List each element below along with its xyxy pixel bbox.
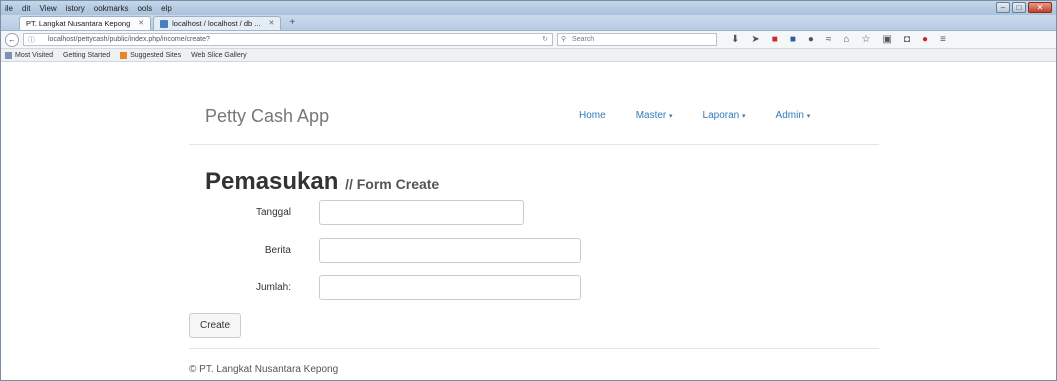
back-button[interactable]: ←	[5, 32, 19, 47]
tab-title: PT. Langkat Nusantara Kepong	[26, 19, 131, 28]
nav-links: Home Master ▾ Laporan ▾ Admin ▾	[579, 110, 810, 121]
page-subtitle: // Form Create	[345, 176, 440, 192]
form-row-tanggal: Tanggal	[189, 200, 524, 225]
footer-text: © PT. Langkat Nusantara Kepong	[189, 364, 339, 375]
menu-help[interactable]: elp	[161, 4, 172, 13]
page-content: Petty Cash App Home Master ▾ Laporan ▾ A…	[1, 63, 1056, 380]
caret-down-icon: ▾	[669, 113, 673, 120]
reload-icon[interactable]: ↻	[542, 34, 548, 45]
nav-label: Admin	[775, 110, 804, 121]
shield-icon[interactable]: ◘	[904, 34, 910, 45]
menu-bar: ile dit View istory ookmarks ools elp – …	[1, 1, 1056, 15]
nav-home[interactable]: Home	[579, 110, 606, 121]
brand-link[interactable]: Petty Cash App	[205, 106, 329, 127]
tab-strip: PT. Langkat Nusantara Kepong ✕ localhost…	[1, 15, 1056, 31]
favicon-icon	[160, 19, 169, 28]
tab-petty-cash[interactable]: PT. Langkat Nusantara Kepong ✕	[19, 16, 152, 30]
maximize-button[interactable]: □	[1012, 2, 1026, 13]
form-row-berita: Berita	[189, 238, 581, 263]
home-icon[interactable]: ⌂	[843, 34, 849, 45]
search-icon: ⚲	[561, 36, 567, 43]
menu-tools[interactable]: ools	[137, 4, 152, 13]
bookmark-suggested-sites[interactable]: Suggested Sites	[120, 51, 182, 59]
menu-view[interactable]: View	[39, 4, 56, 13]
download-icon[interactable]: ⬇	[731, 34, 739, 45]
menu-edit[interactable]: dit	[22, 4, 30, 13]
menu-history[interactable]: istory	[66, 4, 85, 13]
bookmark-getting-started[interactable]: Getting Started	[63, 52, 110, 59]
menu-file[interactable]: ile	[5, 4, 13, 13]
tab-phpmyadmin[interactable]: localhost / localhost / db ... ✕	[153, 16, 282, 30]
nav-master[interactable]: Master ▾	[636, 110, 673, 121]
site-navbar: Petty Cash App Home Master ▾ Laporan ▾ A…	[189, 63, 879, 145]
hamburger-menu-icon[interactable]: ≡	[940, 34, 946, 45]
url-text: localhost/pettycash/public/index.php/inc…	[48, 36, 210, 43]
footer-divider	[189, 348, 879, 349]
bookmarks-bar: Most Visited Getting Started Suggested S…	[1, 49, 1056, 62]
chat-icon[interactable]: ●	[808, 34, 814, 45]
berita-input[interactable]	[319, 238, 581, 263]
tab-close-icon[interactable]: ✕	[269, 17, 275, 30]
bookmarks-menu-icon[interactable]: ▣	[882, 34, 891, 45]
browser-search-input[interactable]: ⚲ Search	[557, 33, 717, 46]
bookmark-star-icon[interactable]: ☆	[861, 34, 870, 45]
tab-close-icon[interactable]: ✕	[138, 17, 144, 30]
sync-icon[interactable]: ≈	[826, 34, 832, 45]
page-title-text: Pemasukan	[205, 168, 339, 195]
tab-title: localhost / localhost / db ...	[172, 19, 261, 28]
caret-down-icon: ▾	[742, 113, 746, 120]
caret-down-icon: ▾	[806, 113, 811, 120]
url-bar[interactable]: ⓘ localhost/pettycash/public/index.php/i…	[23, 33, 553, 46]
bookmark-label: Suggested Sites	[130, 51, 182, 59]
send-icon[interactable]: ➤	[751, 34, 759, 45]
bookmark-label: Web Slice Gallery	[191, 51, 247, 59]
create-button[interactable]: Create	[189, 313, 241, 338]
site-info-icon[interactable]: ⓘ	[28, 35, 35, 46]
search-placeholder: Search	[572, 36, 595, 43]
suggested-sites-icon	[120, 51, 128, 59]
tanggal-label: Tanggal	[255, 207, 291, 218]
jumlah-label: Jumlah:	[255, 282, 291, 293]
browser-nav-bar: ← ⓘ localhost/pettycash/public/index.php…	[1, 31, 1056, 49]
form-row-jumlah: Jumlah:	[189, 275, 581, 300]
toolbar-icons: ⬇ ➤ ■ ■ ● ≈ ⌂ ☆ ▣ ◘ ● ≡	[731, 34, 946, 45]
nav-label: Master	[635, 110, 667, 121]
bookmark-most-visited[interactable]: Most Visited	[5, 51, 53, 59]
extension-icon[interactable]: ■	[772, 34, 778, 45]
page-title: Pemasukan // Form Create	[205, 168, 439, 196]
menu-bookmarks[interactable]: ookmarks	[94, 4, 129, 13]
pocket-icon[interactable]: ■	[790, 34, 796, 45]
bookmark-web-slice-gallery[interactable]: Web Slice Gallery	[191, 52, 247, 59]
nav-label: Laporan	[702, 110, 740, 121]
bookmark-label: Getting Started	[63, 51, 111, 59]
bookmark-icon	[5, 51, 12, 59]
nav-admin[interactable]: Admin ▾	[776, 110, 811, 121]
minimize-button[interactable]: –	[996, 2, 1010, 13]
bookmark-label: Most Visited	[15, 51, 53, 59]
browser-window: ile dit View istory ookmarks ools elp – …	[0, 0, 1057, 381]
addon-icon[interactable]: ●	[922, 34, 928, 45]
jumlah-input[interactable]	[319, 275, 581, 300]
new-tab-button[interactable]: +	[283, 16, 301, 30]
close-window-button[interactable]: ✕	[1028, 2, 1052, 13]
tanggal-input[interactable]	[319, 200, 524, 225]
nav-laporan[interactable]: Laporan ▾	[703, 110, 746, 121]
berita-label: Berita	[264, 245, 291, 256]
window-controls: – □ ✕	[996, 2, 1052, 13]
